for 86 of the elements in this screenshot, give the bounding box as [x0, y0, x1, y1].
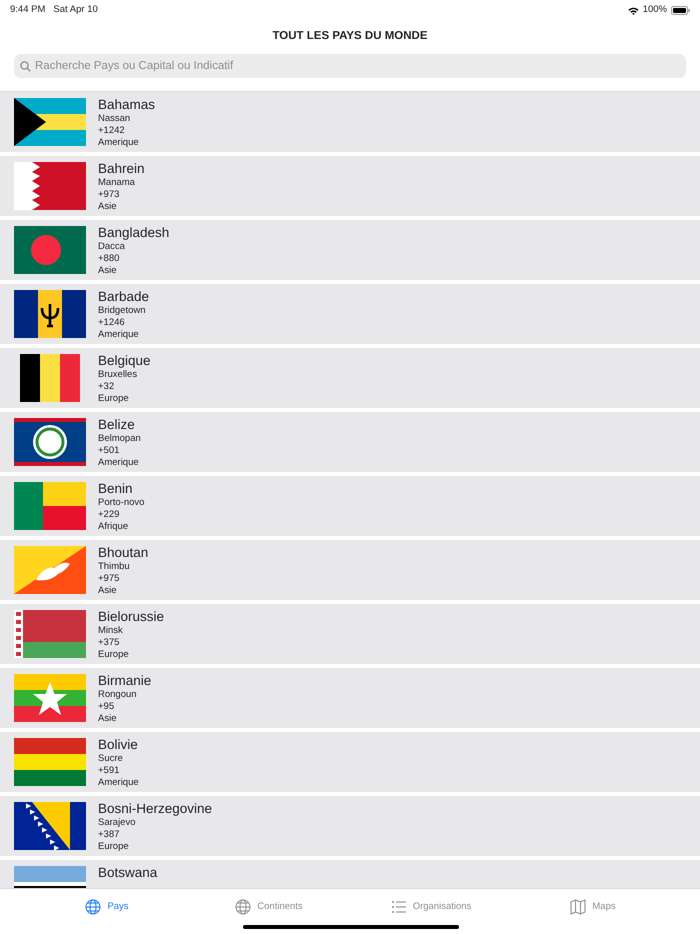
country-row[interactable]: Barbade Bridgetown +1246 Amerique — [0, 284, 700, 344]
status-time: 9:44 PM — [10, 3, 46, 18]
flag-icon — [14, 98, 86, 146]
country-code: +387 — [98, 829, 120, 842]
country-name: Belize — [98, 417, 136, 434]
country-capital: Manama — [98, 177, 136, 190]
flag-icon — [14, 482, 86, 530]
country-continent: Amerique — [98, 777, 139, 790]
country-continent: Amerique — [98, 329, 140, 342]
country-code: +501 — [98, 445, 120, 458]
search-field[interactable]: Racherche Pays ou Capital ou Indicatif — [14, 54, 686, 78]
search-icon — [20, 60, 31, 72]
flag-icon — [14, 802, 86, 850]
country-code: +95 — [98, 701, 116, 714]
flag-icon — [14, 162, 86, 210]
map-icon — [570, 899, 586, 915]
tab-button[interactable]: Pays — [26, 889, 188, 925]
country-row[interactable]: Belize Belmopan +501 Amerique — [0, 412, 700, 472]
country-row[interactable]: Benin Porto-novo +229 Afrique — [0, 476, 700, 536]
country-continent: Afrique — [98, 521, 130, 534]
flag-icon — [14, 546, 86, 594]
country-continent: Europe — [98, 841, 130, 854]
flag-icon — [14, 226, 86, 274]
country-continent: Europe — [98, 649, 130, 662]
country-name: Birmanie — [98, 673, 152, 690]
country-row[interactable]: Birmanie Rongoun +95 Asie — [0, 668, 700, 728]
country-name: Bolivie — [98, 737, 139, 754]
country-name: Botswana — [98, 865, 158, 882]
flag-icon — [14, 290, 86, 338]
country-name: Bhoutan — [98, 545, 148, 562]
country-code: +591 — [98, 765, 120, 778]
country-name: Belgique — [98, 353, 151, 370]
country-capital: Sarajevo — [98, 817, 136, 830]
country-name: Bosni-Herzegovine — [98, 801, 212, 818]
country-code: +32 — [98, 381, 116, 394]
country-continent: Europe — [98, 393, 130, 406]
country-row[interactable]: Bahrein Manama +973 Asie — [0, 156, 700, 216]
country-code: +375 — [98, 637, 120, 650]
flag-icon — [14, 610, 86, 658]
country-name: Bangladesh — [98, 225, 170, 242]
country-name: Barbade — [98, 289, 150, 306]
country-continent: Asie — [98, 713, 118, 726]
country-row[interactable]: Bielorussie Minsk +375 Europe — [0, 604, 700, 664]
country-name: Bielorussie — [98, 609, 164, 626]
country-row[interactable]: Bangladesh Dacca +880 Asie — [0, 220, 700, 280]
battery-icon — [671, 6, 690, 15]
country-continent: Amerique — [98, 457, 140, 470]
country-code: +229 — [98, 509, 120, 522]
country-row[interactable]: Bosni-Herzegovine Sarajevo +387 Europe — [0, 796, 700, 856]
country-capital: Bruxelles — [98, 369, 138, 382]
globe-icon — [85, 899, 102, 915]
flag-icon — [14, 418, 86, 466]
country-capital: Bridgetown — [98, 305, 147, 318]
country-continent: Asie — [98, 265, 118, 278]
country-continent: Asie — [98, 585, 118, 598]
country-code: +1242 — [98, 125, 126, 138]
country-name: Benin — [98, 481, 134, 498]
country-row[interactable]: Bahamas Nassan +1242 Amerique — [0, 92, 700, 152]
list-icon — [390, 899, 407, 915]
country-name: Bahamas — [98, 97, 156, 114]
country-capital: Porto-novo — [98, 497, 144, 510]
status-date: Sat Apr 10 — [53, 3, 98, 18]
flag-icon — [14, 738, 86, 786]
battery-percent: 100% — [642, 3, 667, 18]
country-row[interactable]: Bolivie Sucre +591 Amerique — [0, 732, 700, 792]
country-capital: Nassan — [98, 113, 132, 126]
country-capital: Dacca — [98, 241, 126, 254]
country-code: +973 — [98, 189, 120, 202]
page-title: TOUT LES PAYS DU MONDE — [271, 29, 429, 44]
country-continent: Amerique — [98, 137, 140, 150]
country-capital: Belmopan — [98, 433, 141, 446]
country-name: Bahrein — [98, 161, 145, 178]
country-row[interactable]: Belgique Bruxelles +32 Europe — [0, 348, 700, 408]
country-row[interactable]: Bhoutan Thimbu +975 Asie — [0, 540, 700, 600]
globe-icon — [235, 899, 252, 915]
country-capital: Sucre — [98, 753, 124, 766]
country-capital: Rongoun — [98, 689, 138, 702]
country-capital: Thimbu — [98, 561, 131, 574]
country-row[interactable]: Botswana — [0, 860, 700, 888]
country-code: +880 — [98, 253, 120, 266]
wifi-icon — [628, 6, 639, 14]
country-code: +1246 — [98, 317, 126, 330]
country-code: +975 — [98, 573, 120, 586]
country-continent: Asie — [98, 201, 118, 214]
flag-icon — [14, 674, 86, 722]
country-capital: Minsk — [98, 625, 124, 638]
